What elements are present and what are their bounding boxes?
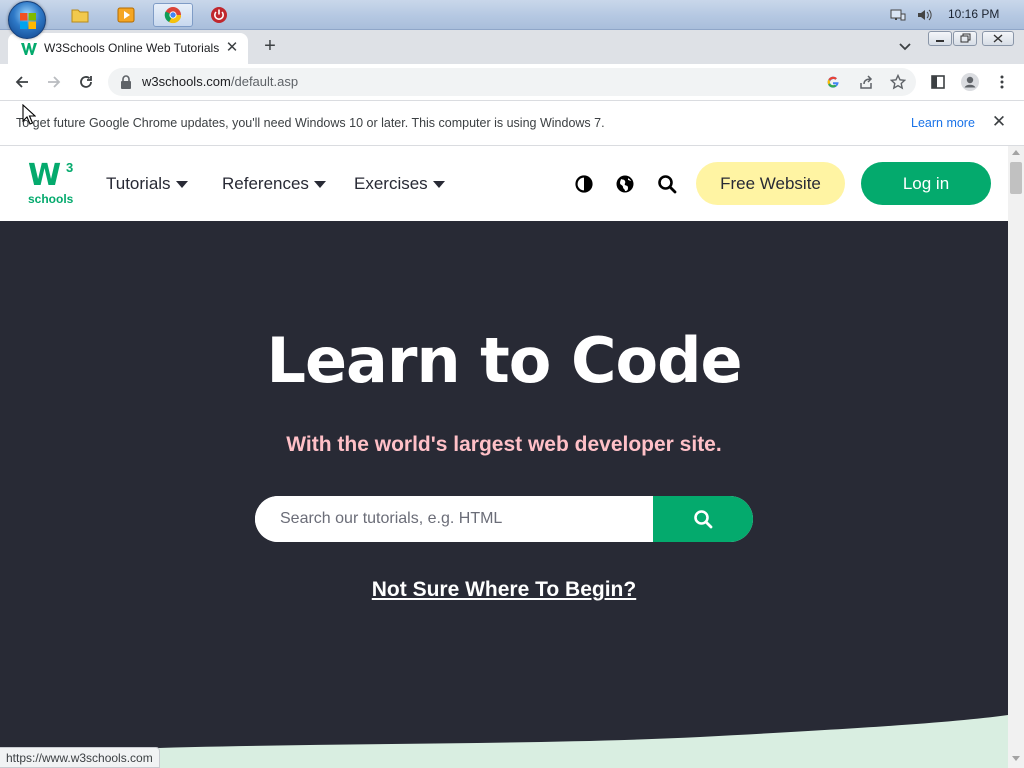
network-icon[interactable] xyxy=(884,3,912,27)
browser-toolbar: w3schools.com/default.asp xyxy=(0,64,1024,100)
file-explorer-icon[interactable] xyxy=(60,3,100,27)
nav-exercises[interactable]: Exercises xyxy=(354,174,445,194)
nav-tutorials-label: Tutorials xyxy=(106,174,171,193)
forward-arrow-icon xyxy=(48,76,61,88)
profile-icon xyxy=(961,73,979,91)
free-website-button[interactable]: Free Website xyxy=(696,162,845,205)
address-bar[interactable]: w3schools.com/default.asp xyxy=(108,68,916,96)
system-clock[interactable]: 10:16 PM xyxy=(948,7,999,21)
hero-title: Learn to Code xyxy=(266,324,742,397)
window-minimize-button[interactable] xyxy=(928,31,952,46)
learn-more-link[interactable]: Learn more xyxy=(911,116,975,130)
scroll-thumb[interactable] xyxy=(1010,162,1022,194)
google-lens-icon[interactable] xyxy=(826,75,840,89)
search-icon[interactable] xyxy=(657,174,677,194)
web-page: W 3 schools Tutorials References Exercis… xyxy=(0,146,1008,768)
w3schools-logo[interactable]: W 3 schools xyxy=(28,158,78,207)
w3schools-favicon xyxy=(21,43,37,55)
tutorial-search-button[interactable] xyxy=(653,496,753,542)
nav-references[interactable]: References xyxy=(222,174,326,194)
link-status-bubble: https://www.w3schools.com xyxy=(0,747,160,768)
logo-superscript: 3 xyxy=(66,160,74,175)
caret-down-icon xyxy=(432,180,445,188)
minimize-icon xyxy=(936,40,944,42)
window-restore-button[interactable] xyxy=(953,31,977,46)
back-button[interactable] xyxy=(9,69,35,95)
infobar-close-icon[interactable]: ✕ xyxy=(990,113,1008,131)
chrome-icon[interactable] xyxy=(153,3,193,27)
login-button[interactable]: Log in xyxy=(861,162,991,205)
nav-exercises-label: Exercises xyxy=(354,174,428,193)
logo-mark: W xyxy=(28,158,61,193)
power-app-icon[interactable] xyxy=(199,3,239,27)
kebab-menu-icon xyxy=(1000,75,1004,89)
tab-search-chevron-icon[interactable] xyxy=(896,38,914,56)
browser-tab-strip: W3Schools Online Web Tutorials ✕ + xyxy=(0,30,1024,64)
windows-taskbar: 10:16 PM xyxy=(0,0,1024,39)
media-player-icon[interactable] xyxy=(106,3,146,27)
caret-down-icon xyxy=(313,180,326,188)
page-scrollbar[interactable] xyxy=(1008,146,1024,768)
side-panel-icon xyxy=(931,75,945,89)
window-close-button[interactable] xyxy=(982,31,1014,46)
url-text[interactable]: w3schools.com/default.asp xyxy=(142,74,298,89)
restore-icon xyxy=(960,33,971,43)
tab-close-icon[interactable]: ✕ xyxy=(224,40,240,56)
globe-icon[interactable] xyxy=(615,174,635,194)
share-icon[interactable] xyxy=(858,74,874,90)
hero-subtitle: With the world's largest web developer s… xyxy=(286,433,722,456)
reload-icon xyxy=(80,76,92,88)
nav-tutorials[interactable]: Tutorials xyxy=(106,174,188,194)
contrast-icon[interactable] xyxy=(574,174,594,194)
url-path: /default.asp xyxy=(230,74,299,89)
infobar-message: To get future Google Chrome updates, you… xyxy=(16,116,605,130)
lock-icon[interactable] xyxy=(120,75,132,89)
caret-down-icon xyxy=(175,180,188,188)
scroll-up-arrow-icon[interactable] xyxy=(1012,150,1020,155)
tab-title: W3Schools Online Web Tutorials xyxy=(44,41,220,55)
forward-button[interactable] xyxy=(41,69,67,95)
not-sure-link[interactable]: Not Sure Where To Begin? xyxy=(0,578,1008,602)
reload-button[interactable] xyxy=(73,69,99,95)
tutorial-search-input[interactable] xyxy=(255,496,653,542)
bookmark-star-icon[interactable] xyxy=(890,74,906,90)
windows-start-orb[interactable] xyxy=(8,1,46,39)
volume-icon[interactable] xyxy=(910,3,938,27)
new-tab-button[interactable]: + xyxy=(259,36,281,58)
logo-word: schools xyxy=(28,192,74,206)
windows-flag-icon xyxy=(20,13,36,29)
search-icon xyxy=(694,510,713,529)
back-arrow-icon xyxy=(15,76,28,88)
mouse-cursor-icon xyxy=(22,104,36,125)
url-host: w3schools.com xyxy=(142,74,231,89)
profile-button[interactable] xyxy=(957,69,983,95)
close-icon xyxy=(993,34,1003,43)
hero-section: Learn to Code With the world's largest w… xyxy=(0,221,1008,768)
nav-references-label: References xyxy=(222,174,309,193)
site-navbar: W 3 schools Tutorials References Exercis… xyxy=(0,146,1008,221)
chrome-update-infobar: To get future Google Chrome updates, you… xyxy=(0,100,1024,146)
scroll-down-arrow-icon[interactable] xyxy=(1012,756,1020,761)
chrome-menu-button[interactable] xyxy=(989,69,1015,95)
browser-tab-active[interactable]: W3Schools Online Web Tutorials ✕ xyxy=(8,33,248,64)
side-panel-button[interactable] xyxy=(925,69,951,95)
tutorial-search-box xyxy=(255,496,753,542)
